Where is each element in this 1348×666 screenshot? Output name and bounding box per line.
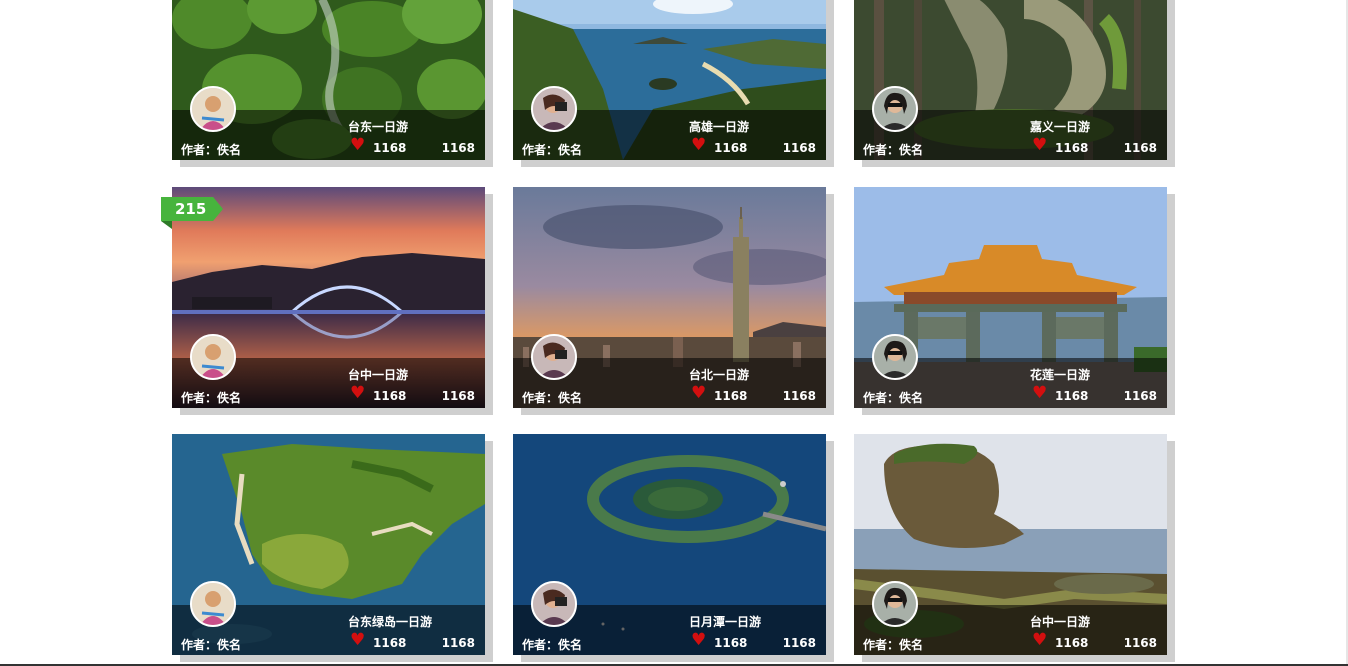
view-count: 1168: [782, 389, 816, 403]
card-destination[interactable]: 花莲一日游: [1030, 366, 1090, 383]
card-author: 作者：佚名: [522, 391, 583, 405]
like-count: 1168: [714, 141, 748, 155]
like-count: 1168: [1055, 636, 1089, 650]
heart-icon[interactable]: ♥: [691, 632, 706, 649]
like-count: 1168: [714, 389, 748, 403]
view-count: 1168: [782, 141, 816, 155]
tour-card[interactable]: 作者：佚名 日月潭一日游 ♥ 1168 1168: [513, 434, 826, 655]
card-destination[interactable]: 台中一日游: [348, 366, 408, 383]
card-destination[interactable]: 台中一日游: [1030, 613, 1090, 630]
avatar[interactable]: [190, 86, 236, 132]
card-destination[interactable]: 台北一日游: [689, 366, 749, 383]
heart-icon[interactable]: ♥: [1032, 137, 1047, 154]
like-count: 1168: [1055, 389, 1089, 403]
view-count: 1168: [1123, 141, 1157, 155]
card-destination[interactable]: 日月潭一日游: [689, 613, 761, 630]
card-author: 作者：佚名: [181, 143, 242, 157]
avatar[interactable]: [531, 334, 577, 380]
card-author: 作者：佚名: [522, 638, 583, 652]
view-count: 1168: [1123, 389, 1157, 403]
heart-icon[interactable]: ♥: [350, 137, 365, 154]
tour-card[interactable]: 作者：佚名 花莲一日游 ♥ 1168 1168: [854, 187, 1167, 408]
tour-card[interactable]: 作者：佚名 台东一日游 ♥ 1168 1168: [172, 0, 485, 160]
card-destination[interactable]: 台东绿岛一日游: [348, 613, 432, 630]
tour-card[interactable]: 作者：佚名 高雄一日游 ♥ 1168 1168: [513, 0, 826, 160]
view-count: 1168: [441, 389, 475, 403]
card-destination[interactable]: 台东一日游: [348, 118, 408, 135]
card-author: 作者：佚名: [181, 391, 242, 405]
card-author: 作者：佚名: [863, 143, 924, 157]
heart-icon[interactable]: ♥: [1032, 385, 1047, 402]
avatar[interactable]: [531, 86, 577, 132]
tour-card[interactable]: 作者：佚名 嘉义一日游 ♥ 1168 1168: [854, 0, 1167, 160]
like-count: 1168: [714, 636, 748, 650]
card-destination[interactable]: 高雄一日游: [689, 118, 749, 135]
avatar[interactable]: [190, 334, 236, 380]
rank-badge: 215: [161, 197, 223, 221]
card-author: 作者：佚名: [863, 391, 924, 405]
card-author: 作者：佚名: [863, 638, 924, 652]
view-count: 1168: [1123, 636, 1157, 650]
tour-card[interactable]: 作者：佚名 台北一日游 ♥ 1168 1168: [513, 187, 826, 408]
heart-icon[interactable]: ♥: [691, 385, 706, 402]
tour-card[interactable]: 作者：佚名 台中一日游 ♥ 1168 1168: [854, 434, 1167, 655]
heart-icon[interactable]: ♥: [691, 137, 706, 154]
avatar[interactable]: [531, 581, 577, 627]
like-count: 1168: [373, 141, 407, 155]
view-count: 1168: [441, 636, 475, 650]
card-author: 作者：佚名: [181, 638, 242, 652]
heart-icon[interactable]: ♥: [350, 385, 365, 402]
view-count: 1168: [441, 141, 475, 155]
card-author: 作者：佚名: [522, 143, 583, 157]
view-count: 1168: [782, 636, 816, 650]
tour-card-highlighted[interactable]: 215 作者：佚名 台中一日游 ♥ 1168 1168: [161, 187, 485, 408]
avatar[interactable]: [872, 581, 918, 627]
tour-card[interactable]: 作者：佚名 台东绿岛一日游 ♥ 1168 1168: [172, 434, 485, 655]
avatar[interactable]: [190, 581, 236, 627]
avatar[interactable]: [872, 86, 918, 132]
heart-icon[interactable]: ♥: [350, 632, 365, 649]
like-count: 1168: [373, 636, 407, 650]
rank-badge-fold: [161, 221, 172, 229]
heart-icon[interactable]: ♥: [1032, 632, 1047, 649]
like-count: 1168: [373, 389, 407, 403]
like-count: 1168: [1055, 141, 1089, 155]
card-destination[interactable]: 嘉义一日游: [1030, 118, 1090, 135]
avatar[interactable]: [872, 334, 918, 380]
